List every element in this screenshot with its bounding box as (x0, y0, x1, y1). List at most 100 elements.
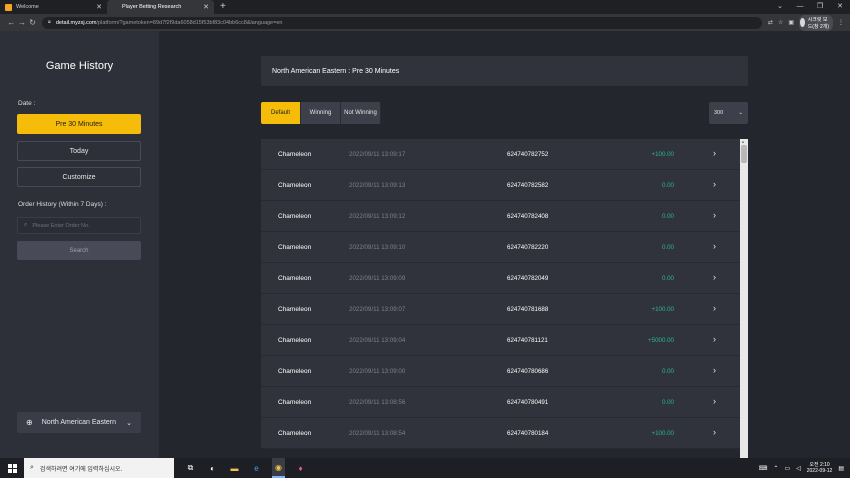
side-panel-icon[interactable]: ▣ (788, 19, 794, 26)
scrollbar-thumb[interactable] (741, 145, 747, 163)
row-order-number: 624740780686 (507, 368, 549, 375)
row-order-number: 624740780491 (507, 399, 549, 406)
table-row[interactable]: Chameleon 2022/09/11 13:09:12 624740782408… (261, 201, 740, 232)
chevron-down-icon: ⌄ (126, 419, 132, 427)
table-row[interactable]: Chameleon 2022/09/11 13:09:04 624740781121… (261, 325, 740, 356)
row-timestamp: 2022/09/11 13:09:12 (349, 213, 406, 220)
system-tray: ⌨ ⌃ ▭ ◁ 오전 2:10 2022-09-12 ▤ (759, 458, 844, 478)
table-row[interactable]: Chameleon 2022/09/11 13:09:13 624740782582… (261, 170, 740, 201)
row-order-number: 624740782408 (507, 213, 549, 220)
row-order-number: 624740782049 (507, 275, 549, 282)
row-timestamp: 2022/09/11 13:09:09 (349, 275, 406, 282)
taskbar-clock[interactable]: 오전 2:10 2022-09-12 (807, 462, 833, 474)
tab-default[interactable]: Default (261, 102, 301, 124)
region-selector[interactable]: ⊕ North American Eastern ⌄ (17, 412, 141, 433)
edge-browser-icon[interactable]: e (250, 462, 263, 475)
chevron-up-icon[interactable]: ⌃ (773, 465, 778, 472)
chevron-right-icon[interactable]: › (713, 334, 716, 344)
order-number-input[interactable]: ⌕ Please Enter Order No. (17, 217, 141, 234)
table-row[interactable]: Chameleon 2022/09/11 13:08:54 624740780184… (261, 418, 740, 449)
customize-button[interactable]: Customize (17, 167, 141, 187)
volume-icon[interactable]: ◁ (796, 465, 801, 472)
row-game-name: Chameleon (278, 275, 312, 282)
scroll-up-icon[interactable]: ▲ (741, 139, 745, 144)
row-win-amount: +100.00 (651, 151, 674, 158)
profile-chip[interactable]: 시크릿 모드(창 2개) (799, 14, 834, 31)
chevron-right-icon[interactable]: › (713, 241, 716, 251)
media-player-icon[interactable]: ◐ (206, 462, 219, 475)
chevron-right-icon[interactable]: › (713, 179, 716, 189)
forward-icon[interactable]: → (17, 18, 28, 27)
pre-30-minutes-button[interactable]: Pre 30 Minutes (17, 114, 141, 134)
table-row[interactable]: Chameleon 2022/09/11 13:09:07 624740781688… (261, 294, 740, 325)
menu-icon[interactable]: ⋮ (838, 19, 844, 26)
task-view-icon[interactable]: ⧉ (184, 462, 197, 475)
notification-icon[interactable]: ▤ (838, 465, 844, 472)
row-win-amount: +5000.00 (648, 337, 674, 344)
search-button[interactable]: Search (17, 241, 141, 260)
table-row[interactable]: Chameleon 2022/09/11 13:09:17 624740782752… (261, 139, 740, 170)
back-icon[interactable]: ← (6, 18, 17, 27)
table-row[interactable]: Chameleon 2022/09/11 13:09:00 624740780686… (261, 356, 740, 387)
keyboard-icon[interactable]: ⌨ (759, 465, 768, 472)
windows-start-icon[interactable] (0, 458, 24, 478)
chevron-right-icon[interactable]: › (713, 210, 716, 220)
scrollbar[interactable]: ▲ (740, 139, 748, 458)
star-icon[interactable]: ☆ (778, 19, 783, 26)
order-history-label: Order History (Within 7 Days) : (18, 201, 107, 208)
tab-winning[interactable]: Winning (301, 102, 341, 124)
chevron-right-icon[interactable]: › (713, 148, 716, 158)
translate-icon[interactable]: ⇄ (768, 19, 773, 26)
table-row[interactable]: Chameleon 2022/09/11 13:09:10 624740782220… (261, 232, 740, 263)
new-tab-icon[interactable]: + (220, 0, 226, 14)
reload-icon[interactable]: ↻ (27, 18, 38, 27)
chevron-right-icon[interactable]: › (713, 303, 716, 313)
date-label: Date : (18, 100, 36, 107)
restore-icon[interactable]: ❐ (810, 0, 830, 14)
clock-date: 2022-09-12 (806, 468, 833, 474)
lock-icon: 🔒︎ (47, 19, 51, 25)
table-row[interactable]: Chameleon 2022/09/11 13:09:09 624740782049… (261, 263, 740, 294)
chevron-right-icon[interactable]: › (713, 396, 716, 406)
tab-welcome[interactable]: Welcome ✕ (0, 0, 107, 14)
row-game-name: Chameleon (278, 244, 312, 251)
browser-tab-strip: Welcome ✕ Player Betting Research ✕ + ⌄ … (0, 0, 850, 14)
sidebar: Game History Date : Pre 30 Minutes Today… (0, 31, 159, 458)
row-order-number: 624740781121 (507, 337, 548, 344)
address-bar[interactable]: 🔒︎ detail.myzsj.com /platform/?gametoken… (41, 16, 762, 29)
tab-not-winning[interactable]: Not Winning (341, 102, 381, 124)
app-drop-icon[interactable]: ♦ (294, 462, 307, 475)
row-order-number: 624740782582 (507, 182, 549, 189)
table-row[interactable]: Chameleon 2022/09/11 13:08:56 624740780491… (261, 387, 740, 418)
bet-record-list: Chameleon 2022/09/11 13:09:17 624740782752… (261, 139, 740, 458)
chevron-down-icon[interactable]: ⌄ (770, 0, 790, 14)
chevron-right-icon[interactable]: › (713, 427, 716, 437)
row-win-amount: 0.00 (661, 275, 674, 282)
chevron-right-icon[interactable]: › (713, 365, 716, 375)
network-icon[interactable]: ▭ (784, 465, 790, 472)
file-explorer-icon[interactable]: ▬ (228, 462, 241, 475)
page-size-value: 300 (714, 110, 724, 116)
close-icon[interactable]: ✕ (203, 3, 209, 11)
taskbar-apps: ⧉ ◐ ▬ e ◉ ♦ (184, 458, 307, 478)
chrome-browser-icon[interactable]: ◉ (272, 458, 285, 478)
results-header: North American Eastern : Pre 30 Minutes (261, 56, 748, 86)
close-window-icon[interactable]: ✕ (830, 0, 850, 14)
row-win-amount: 0.00 (661, 368, 674, 375)
row-win-amount: 0.00 (661, 399, 674, 406)
chevron-right-icon[interactable]: › (713, 272, 716, 282)
tab-label: Welcome (16, 4, 39, 10)
tab-player-betting-research[interactable]: Player Betting Research ✕ (107, 0, 214, 14)
welcome-favicon-icon (5, 3, 12, 11)
globe-icon: ⊕ (26, 418, 33, 427)
page-title: Game History (45, 60, 114, 72)
taskbar: ⌕ 검색하려면 여기에 입력하십시오. ⧉ ◐ ▬ e ◉ ♦ ⌨ ⌃ ▭ ◁ … (0, 458, 850, 478)
page-size-select[interactable]: 300 ⌄ (709, 102, 748, 124)
order-placeholder: Please Enter Order No. (32, 222, 90, 229)
taskbar-search-placeholder: 검색하려면 여기에 입력하십시오. (39, 466, 123, 473)
taskbar-search-input[interactable]: ⌕ 검색하려면 여기에 입력하십시오. (24, 458, 174, 478)
today-button[interactable]: Today (17, 141, 141, 161)
close-icon[interactable]: ✕ (96, 3, 102, 11)
main-content: North American Eastern : Pre 30 Minutes … (159, 31, 850, 458)
minimize-icon[interactable]: — (790, 0, 810, 14)
